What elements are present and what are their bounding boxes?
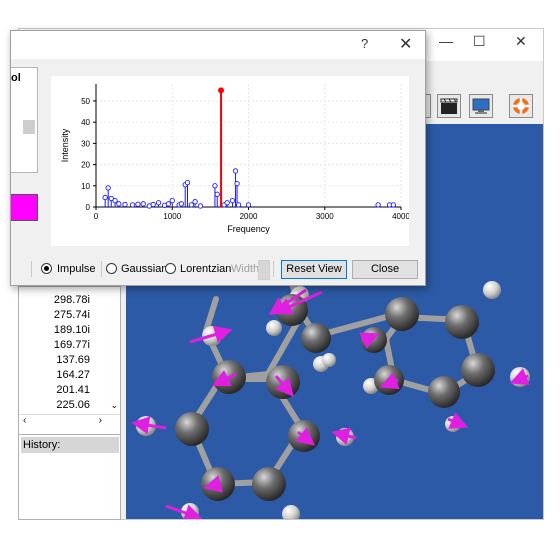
impulse-point (112, 197, 118, 204)
impulse-point (116, 201, 122, 207)
impulse-point (122, 201, 128, 208)
y-tick-label: 30 (81, 139, 90, 148)
x-tick-label: 4000 (392, 212, 409, 221)
selected-impulse-point (218, 87, 225, 94)
carbon-atoms (175, 294, 495, 501)
y-tick-label: 50 (81, 97, 90, 106)
color-swatch[interactable] (11, 194, 38, 221)
spectrum-controls: Impulse Gaussian Lorentzian Width Reset … (11, 257, 425, 283)
movie-icon (440, 98, 458, 114)
impulse-point (235, 202, 242, 208)
help-lifebuoy-icon (513, 98, 529, 114)
movie-button[interactable] (437, 94, 461, 118)
impulse-point (188, 202, 194, 208)
impulse-point (229, 197, 236, 204)
scroll-down-icon[interactable]: ⌄ (110, 400, 118, 411)
y-axis-label: Intensity (60, 128, 70, 162)
frequency-item[interactable]: 137.69 (56, 354, 90, 366)
spectrum-plot[interactable]: 0 10 20 30 40 50 0 1000 2000 3000 4000 Frequency Int… (51, 76, 410, 246)
screen-button[interactable] (469, 94, 493, 118)
frequency-item[interactable]: 201.41 (56, 384, 90, 396)
lorentzian-radio[interactable] (165, 263, 176, 274)
y-tick-label: 0 (86, 203, 91, 212)
impulse-point (102, 194, 108, 201)
impulse-point (375, 202, 381, 208)
dialog-titlebar: ? ✕ (11, 31, 425, 59)
impulse-point (212, 183, 218, 189)
y-tick-label: 10 (81, 182, 90, 191)
impulse-point (197, 203, 204, 209)
frequency-item[interactable]: 275.74i (54, 309, 90, 321)
scroll-thumb[interactable] (23, 120, 35, 134)
close-button[interactable]: Close (352, 260, 418, 279)
frequency-item[interactable]: 298.78i (54, 294, 90, 306)
x-tick-label: 1000 (163, 212, 181, 221)
help-button[interactable] (509, 94, 533, 118)
impulse-point (140, 201, 146, 207)
impulse-point (165, 201, 172, 207)
close-window-button[interactable]: ✕ (515, 33, 527, 50)
history-label: History: (21, 437, 119, 453)
reset-view-button[interactable]: Reset View (281, 260, 347, 279)
impulse-point (105, 185, 111, 191)
impulse-point (234, 181, 240, 187)
scroll-left-icon[interactable]: ‹ (23, 415, 26, 426)
impulse-radio[interactable] (41, 263, 52, 274)
help-button[interactable]: ? (361, 36, 368, 51)
minimize-button[interactable]: — (439, 33, 453, 49)
gaussian-radio[interactable] (106, 263, 117, 274)
horizontal-scrollbar[interactable]: ‹ › (19, 414, 120, 429)
impulse-point (192, 199, 198, 205)
impulse-label: Impulse (57, 263, 96, 275)
impulse-point (214, 191, 220, 197)
impulse-point (155, 200, 162, 206)
spectrum-chart: 0 10 20 30 40 50 0 1000 2000 3000 4000 Frequency Int… (60, 84, 410, 234)
scroll-right-icon[interactable]: › (99, 415, 102, 426)
partial-list-widget[interactable]: ol (11, 67, 38, 173)
impulse-point (169, 197, 175, 204)
x-axis-label: Frequency (227, 224, 270, 234)
impulse-point (135, 201, 141, 207)
frequency-item[interactable]: 164.27 (56, 369, 90, 381)
y-tick-label: 40 (81, 118, 90, 127)
impulse-point (178, 201, 185, 207)
history-panel: History: (18, 434, 121, 520)
maximize-button[interactable]: ☐ (473, 33, 486, 50)
width-field[interactable] (258, 260, 270, 280)
gaussian-label: Gaussian (121, 263, 168, 275)
partial-text: ol (11, 72, 21, 84)
frequency-item[interactable]: 189.10i (54, 324, 90, 336)
x-tick-label: 2000 (240, 212, 258, 221)
spectrum-dialog: ? ✕ ol 0 10 20 30 40 50 0 1000 2000 3000 4000 Frequ… (10, 30, 426, 286)
impulse-point (150, 201, 156, 208)
impulse-point (390, 202, 397, 208)
frequency-item[interactable]: 169.77i (54, 339, 90, 351)
width-label: Width (231, 263, 260, 275)
frequency-item[interactable]: 225.06 (56, 399, 90, 411)
x-tick-label: 3000 (316, 212, 334, 221)
y-tick-label: 20 (81, 161, 90, 170)
impulse-point (232, 168, 239, 174)
impulse-point (224, 200, 230, 206)
impulse-point (184, 179, 191, 186)
screen-icon (472, 98, 490, 114)
x-tick-label: 0 (94, 212, 99, 221)
lorentzian-label: Lorentzian (180, 263, 232, 275)
close-dialog-button[interactable]: ✕ (399, 34, 412, 54)
impulse-point (245, 202, 252, 208)
impulse-point (129, 202, 136, 208)
